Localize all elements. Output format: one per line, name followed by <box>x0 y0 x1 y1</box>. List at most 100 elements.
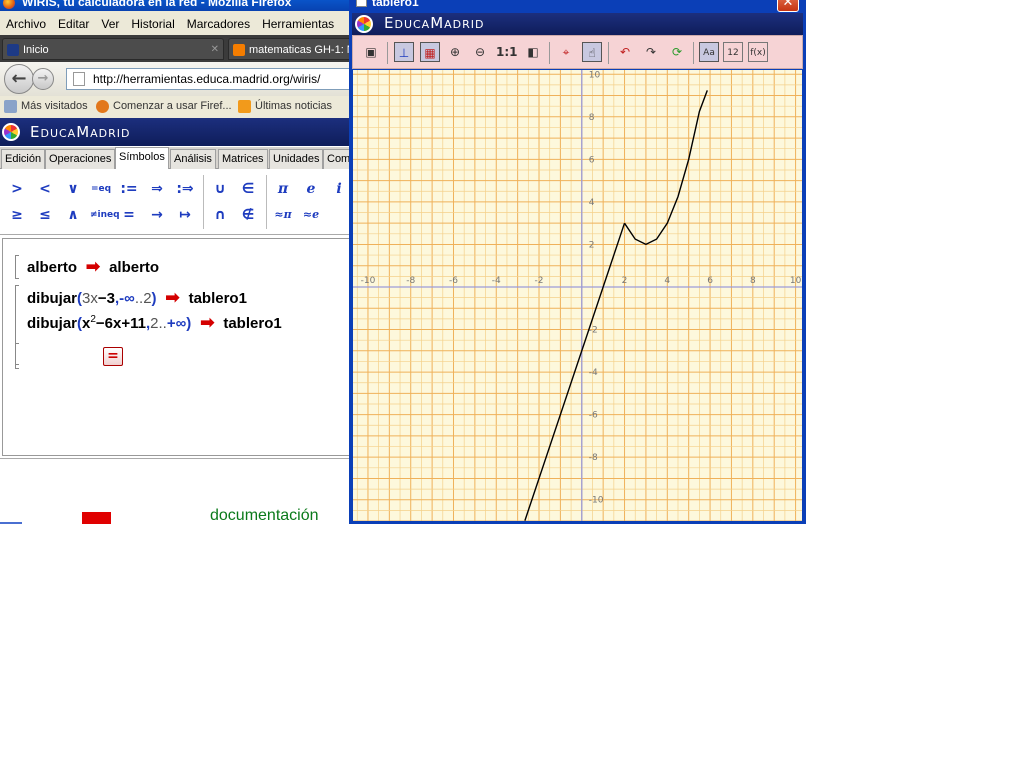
symbol-implies[interactable]: ⇒ <box>146 179 168 199</box>
symbol-greater[interactable]: > <box>6 179 28 199</box>
close-button[interactable]: ✕ <box>777 0 799 12</box>
tab-simbolos[interactable]: Símbolos <box>115 147 169 170</box>
result-arrow-icon: ➡ <box>160 288 185 307</box>
zoom-in-icon[interactable]: ⊕ <box>445 42 465 62</box>
menu-editar[interactable]: Editar <box>52 14 95 31</box>
tab-edicion[interactable]: Edición <box>1 149 46 169</box>
symbol-less[interactable]: < <box>34 179 56 199</box>
expr-b: −3 <box>97 290 115 307</box>
one-to-one-button[interactable]: 1:1 <box>496 42 518 62</box>
symbol-maps-to[interactable]: ↦ <box>174 205 196 225</box>
forward-button[interactable]: → <box>32 68 54 90</box>
range-dots: .. <box>134 290 144 307</box>
symbol-e[interactable]: e <box>300 179 322 199</box>
symbol-less-equal[interactable]: ≤ <box>34 205 56 225</box>
result-arrow-icon: ➡ <box>195 313 220 332</box>
menu-herramientas[interactable]: Herramientas <box>256 14 340 31</box>
hand-icon[interactable]: ☝ <box>582 42 602 62</box>
page-icon <box>73 72 85 86</box>
editor-line-3[interactable]: dibujar(x2−6x+11,2..+∞) ➡ tablero1 <box>27 313 282 333</box>
menu-marcadores[interactable]: Marcadores <box>181 14 256 31</box>
range-start: -∞ <box>119 290 135 307</box>
tablero-window: tablero1 ✕ EducaMadrid ▣ ⊥ ▦ ⊕ ⊖ 1:1 ◧ ⌖… <box>349 0 806 524</box>
tab-matrices[interactable]: Matrices <box>218 149 268 169</box>
bookmark-comenzar[interactable]: Comenzar a usar Firef... <box>96 100 232 113</box>
separator <box>387 42 388 64</box>
symbol-arrow[interactable]: → <box>146 205 168 225</box>
symbol-not-element-of[interactable]: ∉ <box>237 205 259 225</box>
symbol-eq[interactable]: =eq <box>90 179 112 199</box>
axes-icon[interactable]: ⊥ <box>394 42 414 62</box>
tab-analisis[interactable]: Análisis <box>170 149 216 169</box>
symbol-element-of[interactable]: ∈ <box>237 179 259 199</box>
menu-ver[interactable]: Ver <box>95 14 125 31</box>
educamadrid-logo-text: EducaMadrid <box>384 14 485 32</box>
tab-inicio[interactable]: Inicio ✕ <box>2 38 224 60</box>
url-bar[interactable]: http://herramientas.educa.madrid.org/wir… <box>66 68 352 90</box>
separator <box>608 42 609 64</box>
y-tick-label: -4 <box>589 368 598 378</box>
firefox-title-bar[interactable]: WIRIS, tu calculadora en la red - Mozill… <box>0 0 352 11</box>
back-button[interactable]: ← <box>4 64 34 94</box>
block-bracket <box>15 343 19 369</box>
symbol-approx-e[interactable]: ≈e <box>300 205 322 225</box>
tablero-title-bar[interactable]: tablero1 <box>352 0 803 11</box>
firefox-window: WIRIS, tu calculadora en la red - Mozill… <box>0 0 352 524</box>
page-icon <box>7 44 19 56</box>
range-end: +∞ <box>166 315 187 332</box>
rotate-left-icon[interactable]: ↶ <box>615 42 635 62</box>
tab-operaciones[interactable]: Operaciones <box>45 149 116 169</box>
grid-icon[interactable]: ▦ <box>420 42 440 62</box>
symbol-union[interactable]: ∪ <box>209 179 231 199</box>
symbol-assign[interactable]: := <box>118 179 140 199</box>
x-tick-label: -4 <box>492 276 501 286</box>
rotate-right-icon[interactable]: ↷ <box>641 42 661 62</box>
x-tick-label: 10 <box>790 276 802 286</box>
bookmark-ultimas-noticias[interactable]: Últimas noticias <box>238 100 332 113</box>
bookmark-mas-visitados[interactable]: Más visitados <box>4 100 88 113</box>
text-icon[interactable]: Aa <box>699 42 719 62</box>
footer-decoration <box>0 522 22 524</box>
zoom-out-icon[interactable]: ⊖ <box>470 42 490 62</box>
symbol-define-implies[interactable]: :⇒ <box>174 179 196 199</box>
symbol-or[interactable]: ∨ <box>62 179 84 199</box>
menu-historial[interactable]: Historial <box>125 14 180 31</box>
symbol-i[interactable]: i <box>328 179 350 199</box>
separator <box>203 175 204 229</box>
symbol-and[interactable]: ∧ <box>62 205 84 225</box>
editor-line-2[interactable]: dibujar(3x−3,-∞..2) ➡ tablero1 <box>27 288 247 308</box>
calculate-button[interactable]: = <box>103 347 123 366</box>
center-icon[interactable]: ⌖ <box>556 42 576 62</box>
refresh-icon[interactable]: ⟳ <box>667 42 687 62</box>
contrast-icon[interactable]: ◧ <box>523 42 543 62</box>
formula-editor[interactable]: alberto ➡ alberto dibujar(3x−3,-∞..2) ➡ … <box>2 238 352 456</box>
firefox-title: WIRIS, tu calculadora en la red - Mozill… <box>22 0 292 9</box>
close-tab-icon[interactable]: ✕ <box>211 39 219 59</box>
editor-line-1[interactable]: alberto ➡ alberto <box>27 257 159 277</box>
navigation-bar: ← → http://herramientas.educa.madrid.org… <box>0 62 352 96</box>
menu-archivo[interactable]: Archivo <box>0 14 52 31</box>
symbol-greater-equal[interactable]: ≥ <box>6 205 28 225</box>
save-icon[interactable]: ▣ <box>361 42 381 62</box>
symbol-intersection[interactable]: ∩ <box>209 205 231 225</box>
separator <box>693 42 694 64</box>
footer: documentación <box>0 506 352 524</box>
expr-a: 3x <box>82 290 98 307</box>
separator <box>266 175 267 229</box>
documentation-link[interactable]: documentación <box>210 507 319 524</box>
tab-com[interactable]: Com <box>323 149 352 169</box>
symbol-approx-pi[interactable]: ≈π <box>272 205 294 225</box>
function-plot: -10 -8 -6 -4 -2 2 4 6 8 10108642-2-4-6-8-10 <box>353 70 802 521</box>
tab-matematicas[interactable]: matematicas GH-1: N <box>228 38 352 60</box>
symbol-equal[interactable]: = <box>118 205 140 225</box>
graph-toolbar: ▣ ⊥ ▦ ⊕ ⊖ 1:1 ◧ ⌖ ☝ ↶ ↷ ⟳ Aa 12 f(x) <box>352 35 803 69</box>
symbol-ineq[interactable]: ≠ineq <box>90 205 120 225</box>
formula-icon[interactable]: f(x) <box>748 42 768 62</box>
y-tick-label: 6 <box>589 155 595 165</box>
y-tick-label: 4 <box>589 198 595 208</box>
symbol-pi[interactable]: π <box>272 179 294 199</box>
number-icon[interactable]: 12 <box>723 42 743 62</box>
bookmark-label: Comenzar a usar Firef... <box>113 100 232 112</box>
graph-canvas[interactable]: -10 -8 -6 -4 -2 2 4 6 8 10 10 8 6 4 2 -2 -4 -6 -8 -10 <box>353 70 802 521</box>
tab-unidades[interactable]: Unidades <box>269 149 324 169</box>
